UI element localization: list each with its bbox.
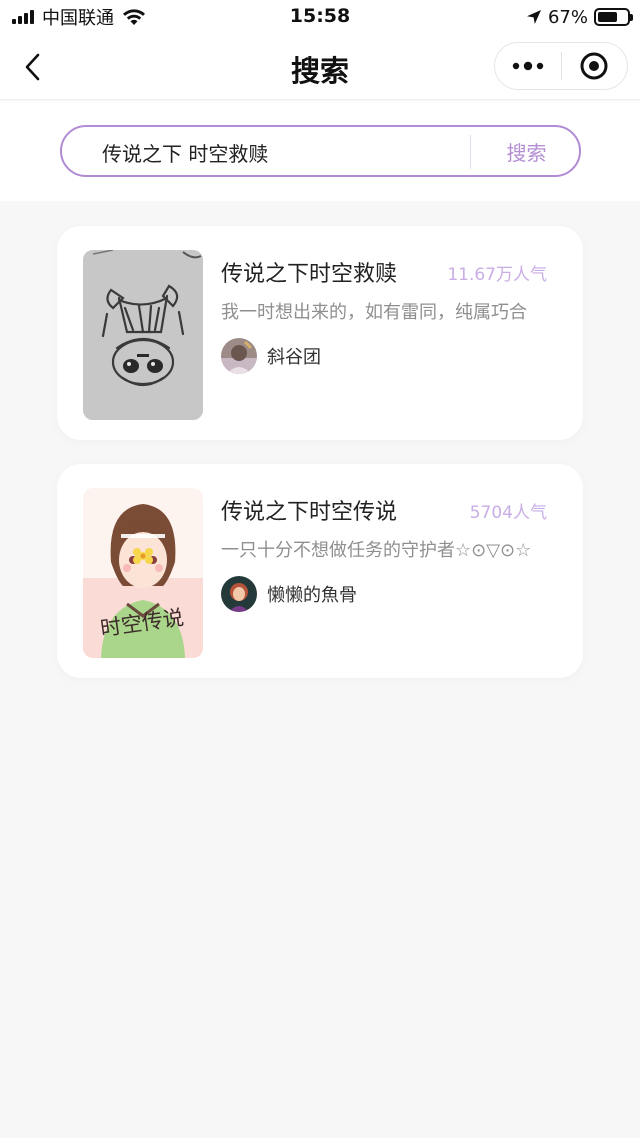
- search-area: 搜索: [0, 101, 640, 201]
- close-miniprogram-button[interactable]: [562, 43, 628, 89]
- avatar: [221, 576, 257, 612]
- avatar: [221, 338, 257, 374]
- author-info[interactable]: 懒懒的魚骨: [221, 576, 357, 612]
- result-description: 我一时想出来的，如有雷同，纯属巧合: [221, 302, 527, 323]
- popularity-count: 5704人气: [469, 503, 547, 523]
- cover-image: [83, 250, 203, 420]
- search-button[interactable]: 搜索: [472, 127, 581, 175]
- nav-bar: 搜索: [0, 34, 640, 100]
- search-divider: [470, 135, 471, 169]
- author-name: 斜谷团: [267, 347, 321, 368]
- result-card[interactable]: 时空传说 传说之下时空传说 5704人气 一只十分不想做任务的守护者☆⊙▽⊙☆ …: [57, 464, 583, 678]
- miniprogram-capsule: [494, 42, 628, 90]
- cover-image: 时空传说: [83, 488, 203, 658]
- result-card[interactable]: 传说之下时空救赎 11.67万人气 我一时想出来的，如有雷同，纯属巧合 斜谷团: [57, 226, 583, 440]
- more-dots-icon: [512, 61, 543, 71]
- battery-percent: 67%: [547, 6, 588, 28]
- search-box: 搜索: [60, 125, 581, 177]
- more-button[interactable]: [495, 43, 561, 89]
- status-right: 67%: [526, 6, 633, 28]
- status-bar: 中国联通 15:58 67%: [0, 0, 640, 34]
- author-name: 懒懒的魚骨: [267, 585, 357, 606]
- target-close-icon: [580, 52, 608, 80]
- result-description: 一只十分不想做任务的守护者☆⊙▽⊙☆: [221, 540, 532, 561]
- author-info[interactable]: 斜谷团: [221, 338, 321, 374]
- result-title: 传说之下时空救赎: [221, 262, 398, 287]
- popularity-count: 11.67万人气: [447, 265, 547, 285]
- location-arrow-icon: [526, 10, 541, 24]
- battery-fill: [598, 12, 617, 22]
- battery-icon: [594, 8, 633, 26]
- result-title: 传说之下时空传说: [221, 500, 398, 525]
- search-input[interactable]: [102, 139, 462, 165]
